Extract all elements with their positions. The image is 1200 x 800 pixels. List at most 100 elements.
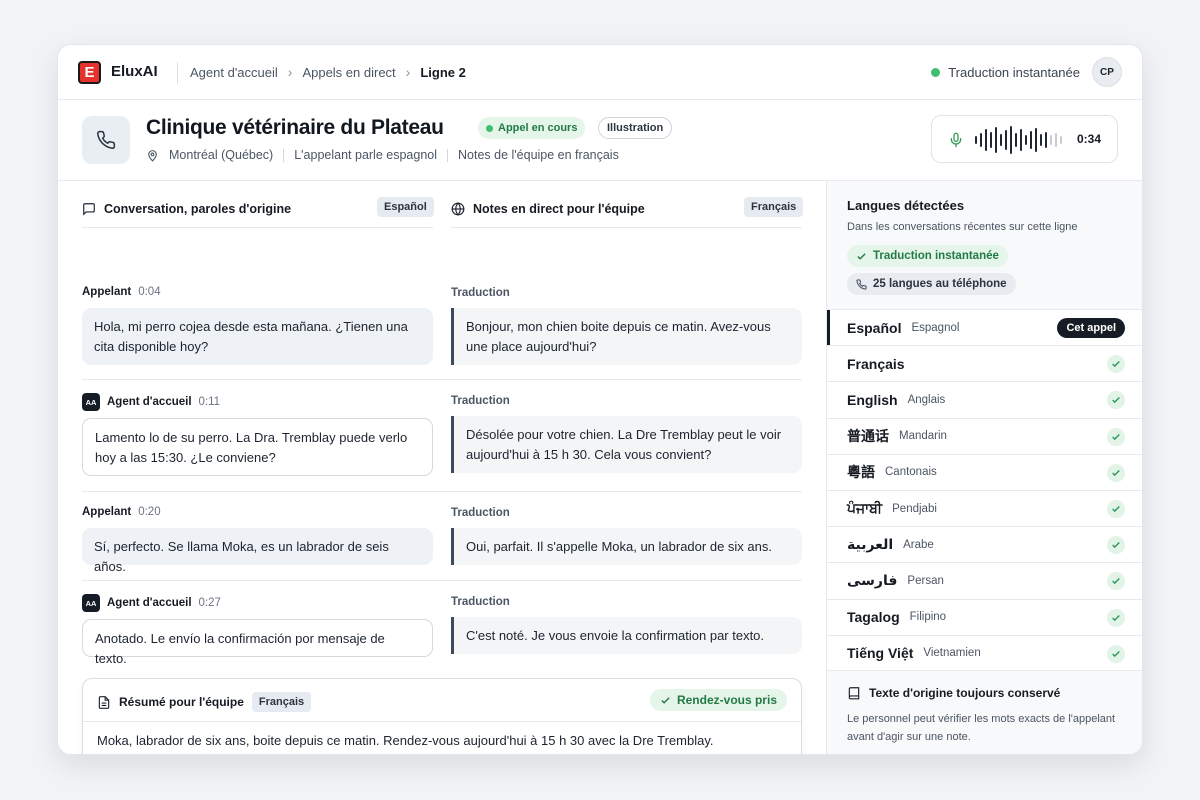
translation-status-label: Traduction instantanée xyxy=(948,65,1080,80)
language-french-name: Cantonais xyxy=(885,466,937,479)
translation-label: Traduction xyxy=(451,395,510,407)
breadcrumb: Agent d'accueil › Appels en direct › Lig… xyxy=(190,64,466,80)
sidebar-subtitle: Dans les conversations récentes sur cett… xyxy=(847,221,1078,233)
divider xyxy=(447,148,448,162)
language-native-name: Tagalog xyxy=(847,609,900,626)
translation-status: Traduction instantanée xyxy=(931,65,1080,80)
check-icon xyxy=(1107,499,1125,518)
check-icon xyxy=(1107,427,1125,446)
divider xyxy=(451,227,802,228)
language-native-name: Français xyxy=(847,355,905,372)
chevron-right-icon: › xyxy=(287,64,293,80)
check-icon xyxy=(1107,644,1125,663)
agent-badge-icon: AA xyxy=(82,594,100,612)
microphone-icon[interactable] xyxy=(948,131,964,149)
language-native-name: English xyxy=(847,391,898,408)
caller-language-note: L'appelant parle espagnol xyxy=(294,148,437,162)
app-window: E EluxAI Agent d'accueil › Appels en dir… xyxy=(57,44,1143,755)
phone-icon xyxy=(856,278,867,290)
breadcrumb-item-agent[interactable]: Agent d'accueil xyxy=(190,65,278,80)
conversation-panel: Conversation, paroles d'origine Español … xyxy=(58,181,826,754)
language-french-name: Filipino xyxy=(909,611,947,624)
audio-waveform xyxy=(975,125,1062,155)
location-pin-icon xyxy=(148,149,157,162)
speaker-label: AA Agent d'accueil 0:27 xyxy=(82,594,221,612)
team-language-note: Notes de l'équipe en français xyxy=(458,148,619,162)
language-row-vietnamese[interactable]: Tiếng Việt Vietnamien xyxy=(827,634,1142,671)
chevron-right-icon: › xyxy=(405,64,411,80)
check-icon xyxy=(1107,536,1125,555)
translated-message: C'est noté. Je vous envoie la confirmati… xyxy=(451,617,802,654)
check-icon xyxy=(857,252,866,260)
language-row-tagalog[interactable]: Tagalog Filipino xyxy=(827,598,1142,635)
live-dot-icon xyxy=(486,124,493,132)
team-summary-card: Résumé pour l'équipe Français Rendez-vou… xyxy=(82,678,802,754)
check-icon xyxy=(1107,463,1125,482)
summary-header: Résumé pour l'équipe Français xyxy=(97,692,312,712)
language-row-espanol[interactable]: Español Espagnol Cet appel xyxy=(827,309,1142,346)
language-native-name: Tiếng Việt xyxy=(847,644,914,661)
language-french-name: Persan xyxy=(907,574,944,587)
translation-label: Traduction xyxy=(451,596,510,608)
language-french-name: Mandarin xyxy=(899,430,947,443)
page-title: Clinique vétérinaire du Plateau xyxy=(146,116,444,139)
language-row-mandarin[interactable]: 普通话 Mandarin xyxy=(827,417,1142,454)
breadcrumb-current: Ligne 2 xyxy=(420,64,466,80)
language-row-persian[interactable]: فارسی Persan xyxy=(827,562,1142,599)
this-call-badge: Cet appel xyxy=(1057,318,1125,338)
translated-message: Oui, parfait. Il s'appelle Moka, un labr… xyxy=(451,528,802,565)
book-icon xyxy=(848,687,860,700)
call-meta: Montréal (Québec) L'appelant parle espag… xyxy=(146,148,619,162)
agent-badge-icon: AA xyxy=(82,393,100,411)
translation-label: Traduction xyxy=(451,507,510,519)
languages-sidebar: Langues détectées Dans les conversations… xyxy=(826,181,1142,754)
language-french-name: Vietnamien xyxy=(923,646,981,659)
instant-translation-pill: Traduction instantanée xyxy=(847,245,1008,267)
language-native-name: 普通话 xyxy=(847,428,889,445)
speaker-label: Appelant 0:04 xyxy=(82,286,161,298)
avatar[interactable]: CP xyxy=(1092,57,1122,87)
check-icon xyxy=(1107,572,1125,591)
document-icon xyxy=(98,695,110,709)
globe-icon xyxy=(451,202,465,216)
original-text-note: Le personnel peut vérifier les mots exac… xyxy=(847,713,1116,743)
language-row-francais[interactable]: Français xyxy=(827,345,1142,382)
language-row-arabic[interactable]: العربية Arabe xyxy=(827,526,1142,563)
language-native-name: العربية xyxy=(847,536,894,553)
divider xyxy=(82,580,802,581)
original-text-note-title: Texte d'origine toujours conservé xyxy=(847,686,1060,700)
language-french-name: Pendjabi xyxy=(892,502,937,515)
divider xyxy=(82,491,802,492)
location-text: Montréal (Québec) xyxy=(169,148,274,162)
language-row-punjabi[interactable]: ਪੰਜਾਬੀ Pendjabi xyxy=(827,489,1142,527)
check-icon xyxy=(1107,391,1125,410)
language-row-english[interactable]: English Anglais xyxy=(827,381,1142,418)
summary-language-chip: Français xyxy=(251,692,312,712)
divider xyxy=(283,148,285,162)
divider xyxy=(177,62,178,84)
live-notes-column-header: Notes en direct pour l'équipe xyxy=(451,199,645,219)
language-row-cantonese[interactable]: 粵語 Cantonais xyxy=(827,453,1142,490)
translation-label: Traduction xyxy=(451,287,510,299)
original-column-title: Conversation, paroles d'origine xyxy=(104,202,292,216)
language-french-name: Espagnol xyxy=(911,321,960,334)
check-icon xyxy=(661,696,670,704)
divider xyxy=(82,227,433,228)
speaker-label: Appelant 0:20 xyxy=(82,506,161,518)
live-language-chip: Français xyxy=(744,197,804,217)
speaker-label: AA Agent d'accueil 0:11 xyxy=(82,393,220,411)
original-message: Sí, perfecto. Se llama Moka, es un labra… xyxy=(82,528,433,574)
language-native-name: ਪੰਜਾਬੀ xyxy=(847,500,883,517)
phone-languages-pill: 25 langues au téléphone xyxy=(847,273,1016,295)
language-native-name: 粵語 xyxy=(847,464,875,481)
divider xyxy=(83,721,801,722)
breadcrumb-item-live-calls[interactable]: Appels en direct xyxy=(302,65,395,80)
appointment-status-badge: Rendez-vous pris xyxy=(649,689,787,711)
live-notes-column-title: Notes en direct pour l'équipe xyxy=(473,202,645,216)
language-native-name: فارسی xyxy=(847,572,898,589)
original-message: Hola, mi perro cojea desde esta mañana. … xyxy=(82,308,433,365)
language-french-name: Arabe xyxy=(903,538,934,551)
original-column-header: Conversation, paroles d'origine xyxy=(82,199,291,219)
logo-icon[interactable]: E xyxy=(78,61,101,84)
audio-monitor[interactable]: 0:34 xyxy=(931,115,1118,163)
